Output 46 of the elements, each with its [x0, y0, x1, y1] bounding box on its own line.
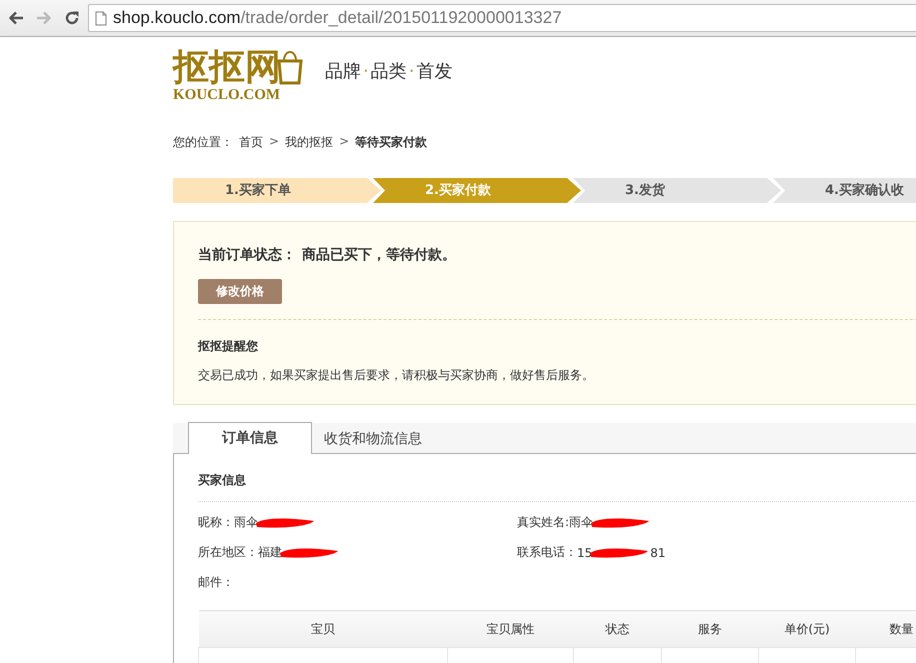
field-label: 邮件：: [198, 574, 234, 591]
breadcrumb-separator: >: [339, 134, 350, 150]
breadcrumb-label: 您的位置：: [173, 134, 233, 151]
progress-step: 1.买家下单: [173, 178, 381, 203]
tab[interactable]: 收货和物流信息: [312, 424, 434, 454]
tab[interactable]: 订单信息: [188, 422, 312, 454]
slogan-word: 品类: [370, 60, 407, 83]
url-host: shop.kouclo.com: [113, 8, 241, 28]
field-value: 81: [650, 546, 666, 560]
slogan-word: 首发: [416, 60, 452, 83]
slogan-separator: ·: [408, 60, 414, 82]
field-value: 15: [577, 546, 592, 560]
edit-price-button[interactable]: 修改价格: [198, 279, 282, 304]
field-value: 雨伞: [234, 514, 258, 531]
page-icon: [95, 10, 107, 26]
field-label: 联系电话：: [517, 544, 577, 561]
url-path: /trade/order_detail/2015011920000013327: [240, 8, 562, 28]
address-bar[interactable]: shop.kouclo.com/trade/order_detail/2015011920000013327: [88, 4, 916, 32]
field-value: 雨伞: [569, 514, 594, 531]
reminder-title: 抠抠提醒您: [198, 338, 259, 355]
column-header: 宝贝: [198, 610, 448, 648]
breadcrumb-link[interactable]: 首页: [239, 134, 263, 151]
column-header: 单价(元): [758, 610, 856, 648]
status-text: 商品已买下，等待付款。: [302, 246, 456, 264]
section-title: 买家信息: [198, 472, 916, 502]
field-label: 所在地区：: [198, 544, 258, 561]
field-value: 福建: [258, 544, 282, 561]
logo-text: 抠抠网: [173, 47, 281, 87]
column-header: 状态: [574, 610, 662, 648]
slogan-word: 品牌: [325, 60, 361, 83]
slogan-separator: ·: [363, 60, 369, 82]
reminder-text: 交易已成功，如果买家提出售后要求，请积极与买家协商，做好售后服务。: [198, 367, 595, 384]
reload-icon[interactable]: [64, 10, 80, 26]
back-arrow-icon[interactable]: [8, 11, 24, 25]
logo-domain: KOUCLO.COM: [173, 87, 280, 103]
breadcrumb-separator: >: [269, 134, 280, 150]
breadcrumb-link[interactable]: 我的抠抠: [285, 134, 334, 151]
status-label: 当前订单状态：: [198, 246, 296, 264]
field-label: 真实姓名:: [517, 514, 570, 531]
progress-step: 3.发货: [573, 178, 781, 203]
progress-step: 2.买家付款: [373, 178, 581, 203]
column-header: 服务: [662, 610, 758, 648]
field-label: 昵称：: [198, 514, 234, 531]
progress-step: 4.买家确认收: [773, 178, 916, 203]
column-header: 数量: [856, 610, 916, 648]
column-header: 宝贝属性: [448, 610, 574, 648]
